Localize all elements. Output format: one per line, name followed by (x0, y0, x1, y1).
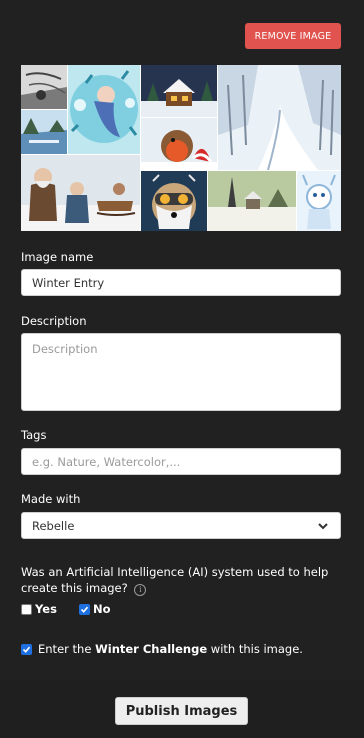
collage-tile-old-men-sled (21, 155, 140, 231)
checkmark-icon (80, 606, 89, 613)
collage-tile-robin-bird (141, 118, 217, 170)
chevron-down-icon (318, 522, 328, 529)
made-with-select[interactable]: Rebelle (21, 512, 341, 539)
challenge-suffix: with this image. (207, 642, 303, 656)
collage-tile-snowy-village (208, 171, 296, 231)
made-with-selected-value: Rebelle (32, 518, 75, 533)
ai-question-text: Was an Artificial Intelligence (AI) syst… (21, 564, 341, 596)
remove-image-button[interactable]: REMOVE IMAGE (245, 23, 341, 49)
image-name-label: Image name (21, 250, 94, 264)
collage-tile-winter-forest (218, 65, 341, 170)
ai-yes-option[interactable]: Yes (21, 602, 57, 616)
publish-images-button[interactable]: Publish Images (115, 697, 248, 725)
collage-tile-husky-goggles (141, 171, 207, 231)
info-icon[interactable]: i (134, 584, 147, 596)
collage-tile-frozen-lake (21, 110, 67, 154)
collage-tile-ice-maiden (68, 65, 140, 154)
ai-no-label: No (93, 602, 111, 616)
collage-tile-storm-sketch (21, 65, 67, 109)
collage-tile-snowy-cabin (141, 65, 217, 117)
challenge-prefix: Enter the (38, 642, 96, 656)
image-name-input[interactable] (21, 269, 341, 296)
collage-tile-snow-creature (297, 171, 341, 231)
description-label: Description (21, 314, 87, 328)
ai-no-option[interactable]: No (79, 602, 111, 616)
description-textarea[interactable] (21, 333, 341, 411)
ai-question-label: Was an Artificial Intelligence (AI) syst… (21, 565, 329, 595)
upload-panel: REMOVE IMAGE Image name Winter Entry Des… (0, 0, 364, 680)
challenge-name: Winter Challenge (95, 642, 208, 656)
tags-label: Tags (21, 428, 47, 442)
ai-no-checkbox[interactable] (79, 603, 90, 615)
made-with-label: Made with (21, 492, 81, 506)
challenge-checkbox[interactable] (21, 643, 32, 655)
ai-yes-checkbox[interactable] (21, 603, 32, 615)
tags-input[interactable] (21, 448, 341, 475)
ai-yes-label: Yes (35, 602, 57, 616)
challenge-option[interactable]: Enter the Winter Challenge with this ima… (21, 642, 303, 656)
checkmark-icon (22, 646, 31, 653)
image-collage (21, 65, 341, 231)
